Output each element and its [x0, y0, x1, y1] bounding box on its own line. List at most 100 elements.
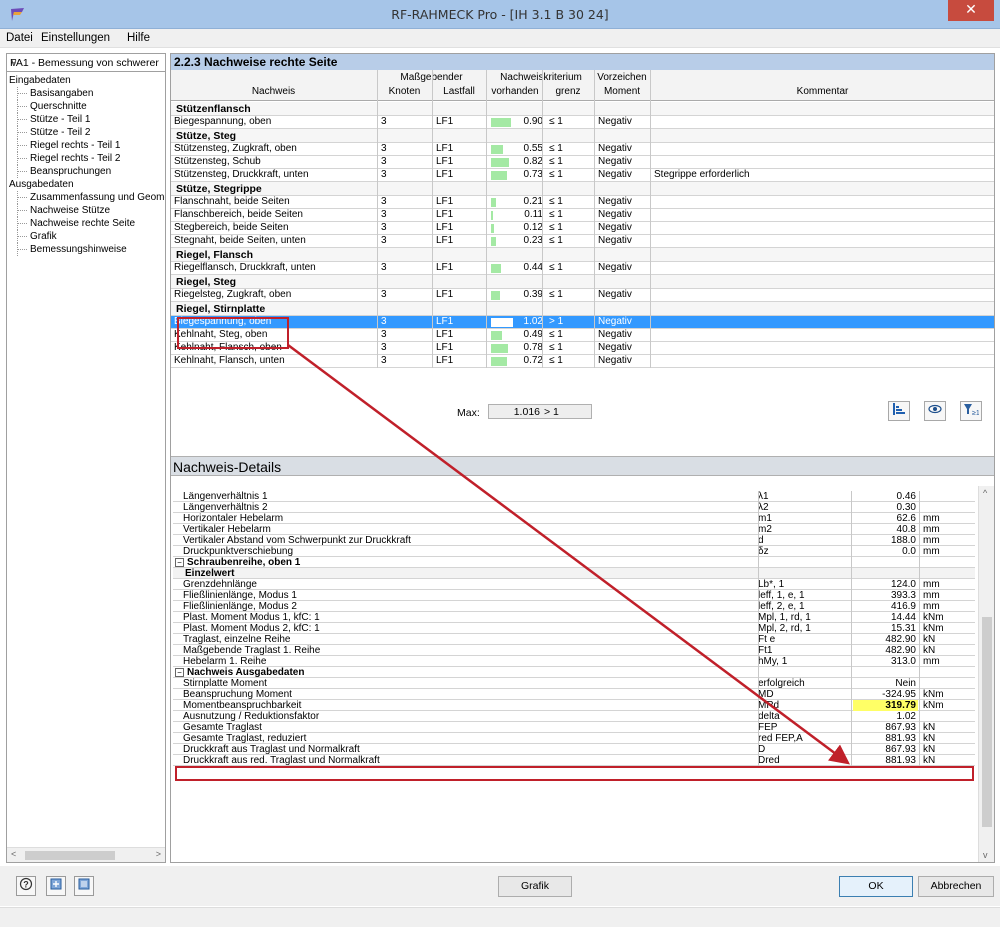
export-icon[interactable]: [74, 876, 94, 896]
cell-vorhanden: 0.55: [491, 143, 543, 155]
tree-item[interactable]: Querschnitte: [7, 100, 166, 113]
table-row[interactable]: Riegelsteg, Zugkraft, oben3LF10.39≤ 1Neg…: [171, 289, 994, 302]
scroll-left-icon[interactable]: <: [11, 849, 16, 859]
table-row[interactable]: Biegespannung, oben3LF11.02> 1Negativ: [171, 316, 994, 329]
cell-nachweis: Stützensteg, Schub: [174, 156, 374, 168]
cell-lastfall: LF1: [436, 116, 484, 128]
scroll-thumb[interactable]: [25, 851, 115, 860]
grafik-button[interactable]: Grafik: [498, 876, 572, 897]
cell-moment: Negativ: [598, 169, 650, 181]
tree-root-input[interactable]: Eingabedaten: [7, 74, 166, 87]
detail-group-row[interactable]: −Nachweis Ausgabedaten: [173, 667, 975, 678]
cell-vorhanden: 0.72: [491, 355, 543, 367]
table-row[interactable]: Flanschnaht, beide Seiten3LF10.21≤ 1Nega…: [171, 196, 994, 209]
menu-hilfe[interactable]: Hilfe: [127, 32, 150, 44]
vertical-scrollbar[interactable]: ^ v: [978, 486, 994, 862]
chart-icon[interactable]: [888, 401, 910, 421]
header-lastfall: Lastfall: [433, 86, 485, 97]
cell-knoten: 3: [381, 355, 429, 367]
max-grenz: > 1: [544, 406, 559, 418]
table-row[interactable]: Stützensteg, Zugkraft, oben3LF10.55≤ 1Ne…: [171, 143, 994, 156]
case-selector[interactable]: FA1 - Bemessung von schwerer ∨: [7, 54, 165, 72]
table-row[interactable]: Kehlnaht, Flansch, oben3LF10.78≤ 1Negati…: [171, 342, 994, 355]
cell-grenz: ≤ 1: [549, 262, 593, 274]
collapse-icon[interactable]: −: [175, 668, 184, 677]
table-row[interactable]: Stegbereich, beide Seiten3LF10.12≤ 1Nega…: [171, 222, 994, 235]
eye-icon[interactable]: [924, 401, 946, 421]
import-icon[interactable]: [46, 876, 66, 896]
help-icon[interactable]: ?: [16, 876, 36, 896]
cell-knoten: 3: [381, 235, 429, 247]
tree-item[interactable]: Riegel rechts - Teil 1: [7, 139, 166, 152]
cell-lastfall: LF1: [436, 355, 484, 367]
max-value-box: 1.016 > 1: [488, 404, 592, 419]
table-row[interactable]: Riegelflansch, Druckkraft, unten3LF10.44…: [171, 262, 994, 275]
table-group-row: Riegel, Stirnplatte: [171, 302, 994, 316]
tree-item[interactable]: Grafik: [7, 230, 166, 243]
menu-einstellungen[interactable]: Einstellungen: [41, 32, 110, 44]
scroll-right-icon[interactable]: >: [156, 849, 161, 859]
table-row[interactable]: Kehlnaht, Steg, oben3LF10.49≤ 1Negativ: [171, 329, 994, 342]
cell-grenz: ≤ 1: [549, 116, 593, 128]
group-title: Riegel, Stirnplatte: [176, 302, 265, 316]
cell-kommentar: [654, 196, 990, 208]
cell-nachweis: Kehlnaht, Flansch, oben: [174, 342, 374, 354]
tree-root-output[interactable]: Ausgabedaten: [7, 178, 166, 191]
table-row[interactable]: Flanschbereich, beide Seiten3LF10.11≤ 1N…: [171, 209, 994, 222]
detail-row: Längenverhältnis 2λ20.30: [173, 502, 975, 513]
scroll-down-icon[interactable]: v: [983, 850, 988, 860]
detail-group-row[interactable]: −Schraubenreihe, oben 1: [173, 557, 975, 568]
collapse-icon[interactable]: −: [175, 558, 184, 567]
tree-item[interactable]: Stütze - Teil 2: [7, 126, 166, 139]
cell-grenz: ≤ 1: [549, 196, 593, 208]
scroll-up-icon[interactable]: ^: [983, 488, 987, 498]
table-row[interactable]: Stützensteg, Druckkraft, unten3LF10.73≤ …: [171, 169, 994, 182]
cell-moment: Negativ: [598, 143, 650, 155]
ok-button[interactable]: OK: [839, 876, 913, 897]
scroll-thumb[interactable]: [982, 617, 992, 827]
detail-row: Gesamte TraglastFEP867.93kN: [173, 722, 975, 733]
detail-row: Maßgebende Traglast 1. ReiheFt1482.90kN: [173, 645, 975, 656]
chevron-down-icon[interactable]: ∨: [10, 57, 163, 69]
cancel-button[interactable]: Abbrechen: [918, 876, 994, 897]
cell-moment: Negativ: [598, 196, 650, 208]
tree-item[interactable]: Stütze - Teil 1: [7, 113, 166, 126]
tree-item[interactable]: Nachweise Stütze: [7, 204, 166, 217]
cell-knoten: 3: [381, 222, 429, 234]
tree-item[interactable]: Beanspruchungen: [7, 165, 166, 178]
close-button[interactable]: ✕: [948, 0, 994, 21]
horizontal-scrollbar[interactable]: < >: [7, 847, 165, 862]
cell-vorhanden: 0.90: [491, 116, 543, 128]
table-row[interactable]: Stegnaht, beide Seiten, unten3LF10.23≤ 1…: [171, 235, 994, 248]
cell-lastfall: LF1: [436, 316, 484, 328]
detail-row: Längenverhältnis 1λ10.46: [173, 491, 975, 502]
header-vorhanden: vorhanden: [487, 86, 543, 97]
column-divider: [594, 70, 595, 368]
detail-row: Plast. Moment Modus 1, kfC: 1Mpl, 1, rd,…: [173, 612, 975, 623]
detail-row: Fließlinienlänge, Modus 2leff, 2, e, 141…: [173, 601, 975, 612]
table-row[interactable]: Biegespannung, oben3LF10.90≤ 1Negativ: [171, 116, 994, 129]
detail-row: Vertikaler Hebelarmm240.8mm: [173, 524, 975, 535]
group-title: Stütze, Steg: [176, 129, 236, 143]
cell-nachweis: Stützensteg, Druckkraft, unten: [174, 169, 374, 181]
filter-icon[interactable]: ≥1: [960, 401, 982, 421]
detail-label: Druckkraft aus red. Traglast und Normalk…: [183, 755, 753, 767]
cell-vorhanden: 0.39: [491, 289, 543, 301]
table-row[interactable]: Stützensteg, Schub3LF10.82≤ 1Negativ: [171, 156, 994, 169]
header-moment: Moment: [595, 86, 649, 97]
cell-knoten: 3: [381, 196, 429, 208]
cell-vorhanden: 0.12: [491, 222, 543, 234]
header-kriterium: Nachweiskriterium: [487, 72, 595, 83]
cell-knoten: 3: [381, 329, 429, 341]
table-row[interactable]: Kehlnaht, Flansch, unten3LF10.72≤ 1Negat…: [171, 355, 994, 368]
max-value: 1.016: [492, 406, 540, 418]
tree-item[interactable]: Basisangaben: [7, 87, 166, 100]
tree-item[interactable]: Riegel rechts - Teil 2: [7, 152, 166, 165]
detail-group-row[interactable]: Einzelwert: [173, 568, 975, 579]
menu-datei[interactable]: Datei: [6, 32, 33, 44]
detail-row: Druckpunktverschiebungδz0.0mm: [173, 546, 975, 557]
tree-item[interactable]: Zusammenfassung und Geomet: [7, 191, 166, 204]
tree-item[interactable]: Nachweise rechte Seite: [7, 217, 166, 230]
tree-item[interactable]: Bemessungshinweise: [7, 243, 166, 256]
cell-knoten: 3: [381, 262, 429, 274]
